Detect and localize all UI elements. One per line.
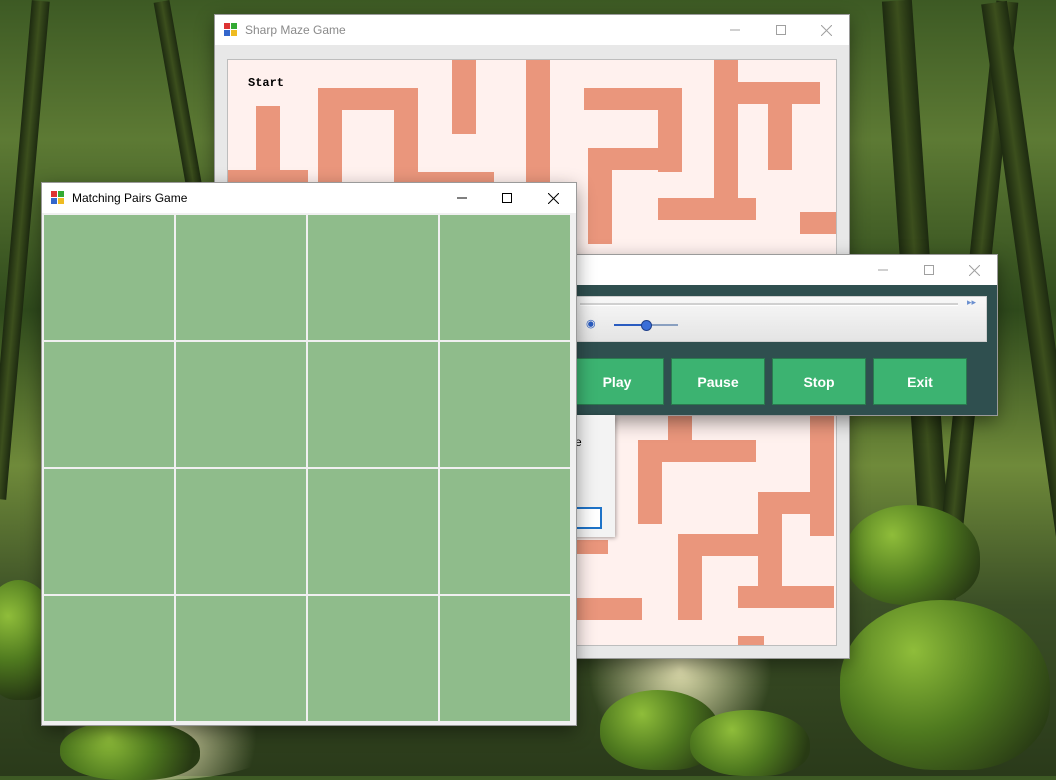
maze-wall (588, 148, 682, 170)
card-tile[interactable] (308, 215, 438, 340)
minimize-button[interactable] (860, 255, 906, 285)
maze-wall (658, 198, 756, 220)
app-icon (51, 191, 65, 205)
maze-wall (714, 82, 820, 104)
close-button[interactable] (530, 183, 576, 213)
play-button[interactable]: Play (570, 358, 664, 405)
maximize-icon (776, 25, 786, 35)
exit-button[interactable]: Exit (873, 358, 967, 405)
card-tile[interactable] (44, 469, 174, 594)
window-title: Sharp Maze Game (245, 23, 346, 37)
minimize-icon (457, 197, 467, 199)
card-tile[interactable] (440, 596, 570, 721)
speaker-icon[interactable]: ◉ (586, 317, 596, 330)
maximize-button[interactable] (484, 183, 530, 213)
maximize-icon (924, 265, 934, 275)
card-tile[interactable] (44, 342, 174, 467)
maze-titlebar[interactable]: Sharp Maze Game (215, 15, 849, 45)
matching-titlebar[interactable]: Matching Pairs Game (42, 183, 576, 213)
maze-start-label: Start (248, 76, 285, 90)
matching-pairs-window: Matching Pairs Game (42, 183, 576, 725)
maximize-button[interactable] (906, 255, 952, 285)
maze-wall (768, 82, 792, 170)
maze-wall (714, 60, 738, 198)
media-player-window: ▸▸ ◉ Play Pause Stop Exit (557, 255, 997, 415)
card-tile[interactable] (440, 215, 570, 340)
card-tile[interactable] (44, 596, 174, 721)
card-tile[interactable] (440, 342, 570, 467)
maze-wall (638, 440, 662, 524)
maze-wall (738, 586, 834, 608)
maze-wall (800, 212, 836, 234)
card-tile[interactable] (44, 215, 174, 340)
app-icon (224, 23, 238, 37)
minimize-icon (878, 269, 888, 271)
maze-wall (738, 636, 764, 645)
dialog-button[interactable] (574, 507, 602, 529)
fast-forward-icon[interactable]: ▸▸ (967, 297, 976, 308)
card-tile[interactable] (176, 215, 306, 340)
minimize-icon (730, 29, 740, 31)
maximize-icon (502, 193, 512, 203)
minimize-button[interactable] (712, 15, 758, 45)
card-tile[interactable] (440, 469, 570, 594)
card-tile[interactable] (308, 469, 438, 594)
maze-wall (568, 598, 642, 620)
volume-slider[interactable] (614, 320, 678, 331)
minimize-button[interactable] (439, 183, 485, 213)
maximize-button[interactable] (758, 15, 804, 45)
media-control-panel: ▸▸ ◉ (575, 296, 987, 342)
close-button[interactable] (803, 15, 849, 45)
maze-wall (588, 170, 612, 244)
card-tile[interactable] (308, 342, 438, 467)
close-icon (968, 264, 980, 276)
card-tile[interactable] (176, 342, 306, 467)
dialog-text-fragment: e (575, 435, 582, 449)
volume-knob[interactable] (641, 320, 652, 331)
window-title: Matching Pairs Game (72, 191, 188, 205)
card-tile[interactable] (308, 596, 438, 721)
maze-wall (678, 534, 702, 620)
seek-bar[interactable] (580, 303, 958, 306)
card-grid (44, 215, 574, 723)
card-tile[interactable] (176, 596, 306, 721)
pause-button[interactable]: Pause (671, 358, 765, 405)
stop-button[interactable]: Stop (772, 358, 866, 405)
card-tile[interactable] (176, 469, 306, 594)
maze-wall (452, 60, 476, 134)
close-icon (547, 192, 559, 204)
close-button[interactable] (951, 255, 997, 285)
media-titlebar[interactable] (557, 255, 997, 285)
maze-wall (810, 410, 834, 536)
close-icon (820, 24, 832, 36)
